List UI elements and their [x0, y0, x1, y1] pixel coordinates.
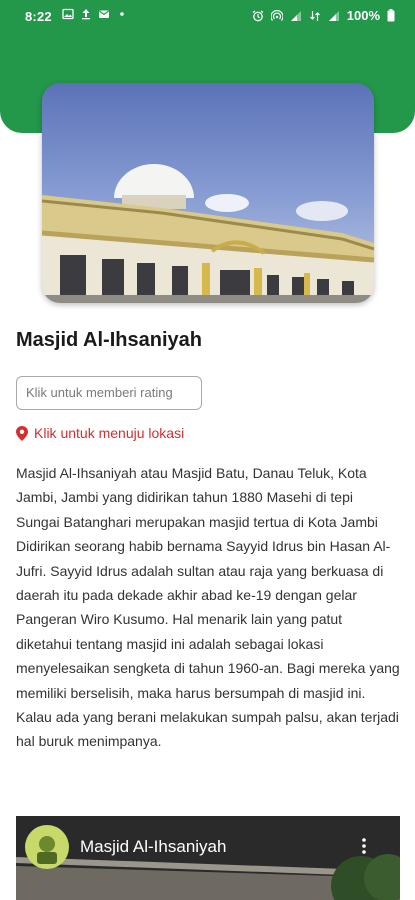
video-player[interactable]: Masjid Al-Ihsaniyah	[16, 816, 400, 900]
hotspot-icon	[270, 9, 283, 21]
location-link[interactable]: Klik untuk menuju lokasi	[16, 425, 184, 441]
upload-icon	[82, 9, 90, 20]
data-icon	[309, 10, 320, 21]
alarm-icon	[252, 10, 264, 21]
place-title: Masjid Al-Ihsaniyah	[16, 329, 202, 351]
rating-input[interactable]: Klik untuk memberi rating	[16, 376, 202, 410]
battery-percentage: 100%	[346, 8, 380, 23]
location-link-label: Klik untuk menuju lokasi	[34, 425, 185, 441]
signal-icon	[290, 10, 301, 21]
status-time: 8:22	[25, 9, 52, 24]
signal-icon	[328, 10, 339, 21]
mosque-photo	[42, 83, 374, 303]
status-bar: 8:22 100%	[0, 0, 415, 34]
video-title: Masjid Al-Ihsaniyah	[80, 837, 227, 856]
dot-icon	[120, 12, 124, 16]
place-description: Masjid Al-Ihsaniyah atau Masjid Batu, Da…	[16, 465, 400, 750]
battery-icon	[387, 9, 395, 22]
channel-avatar	[25, 825, 69, 869]
location-pin-icon	[16, 425, 28, 441]
mail-icon	[99, 10, 109, 18]
image-icon	[62, 8, 74, 20]
more-options-icon[interactable]	[362, 838, 366, 854]
